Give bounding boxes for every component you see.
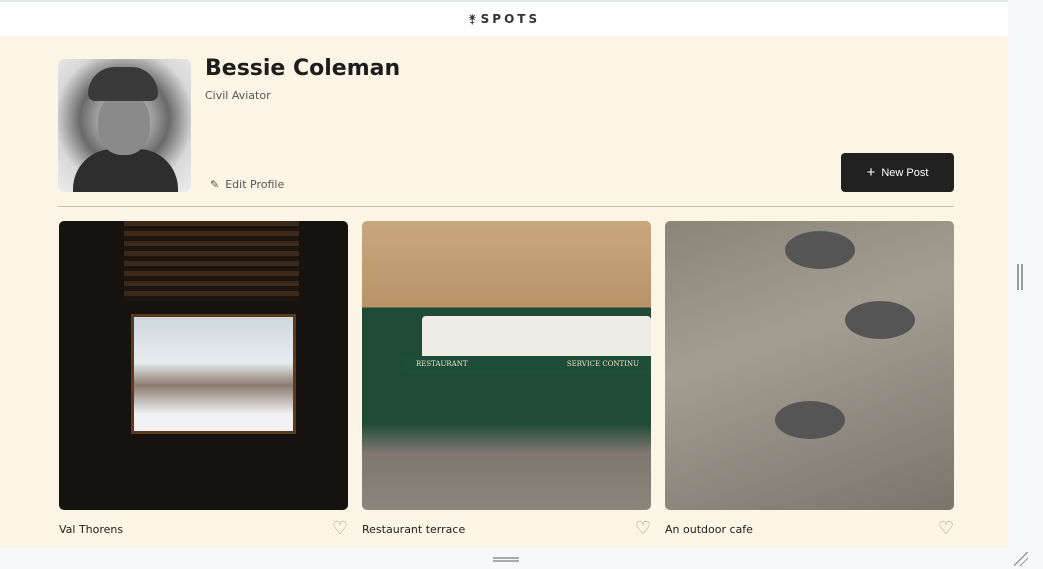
resize-corner-icon[interactable] — [1014, 552, 1028, 566]
edit-profile-label: Edit Profile — [225, 178, 285, 191]
logo: SPOTS — [480, 12, 541, 26]
sign-text: SERVICE CONTINU — [566, 360, 639, 368]
card-image[interactable] — [665, 221, 954, 510]
card-image[interactable]: RESTAURANT SERVICE CONTINU — [362, 221, 651, 510]
logo-icon: ⚵ — [467, 12, 477, 26]
card: An outdoor cafe ♡ — [665, 221, 954, 538]
profile-name: Bessie Coleman — [205, 56, 401, 81]
card-image[interactable] — [59, 221, 348, 510]
sign-text: RESTAURANT — [416, 360, 468, 368]
edit-profile-button[interactable]: ✎ Edit Profile — [210, 178, 284, 191]
profile-description: Civil Aviator — [205, 89, 271, 102]
header: ⚵ SPOTS — [0, 0, 1008, 36]
card-title: An outdoor cafe — [665, 522, 753, 536]
vertical-drag-handle[interactable] — [1017, 264, 1023, 290]
pencil-icon: ✎ — [210, 178, 220, 191]
card-title: Restaurant terrace — [362, 522, 466, 536]
avatar — [58, 59, 191, 192]
like-heart-icon[interactable]: ♡ — [635, 520, 651, 538]
card: Val Thorens ♡ — [59, 221, 348, 538]
card: RESTAURANT SERVICE CONTINU Restaurant ter… — [362, 221, 651, 538]
vertical-resize-panel — [1008, 0, 1043, 569]
like-heart-icon[interactable]: ♡ — [332, 520, 348, 538]
horizontal-drag-handle[interactable] — [493, 557, 519, 562]
new-post-label: New Post — [881, 166, 929, 179]
new-post-button[interactable]: + New Post — [841, 153, 954, 192]
divider — [58, 206, 954, 207]
plus-icon: + — [866, 164, 876, 181]
card-title: Val Thorens — [59, 522, 124, 536]
main-content: Bessie Coleman Civil Aviator ✎ Edit Prof… — [0, 36, 1008, 548]
like-heart-icon[interactable]: ♡ — [938, 520, 954, 538]
